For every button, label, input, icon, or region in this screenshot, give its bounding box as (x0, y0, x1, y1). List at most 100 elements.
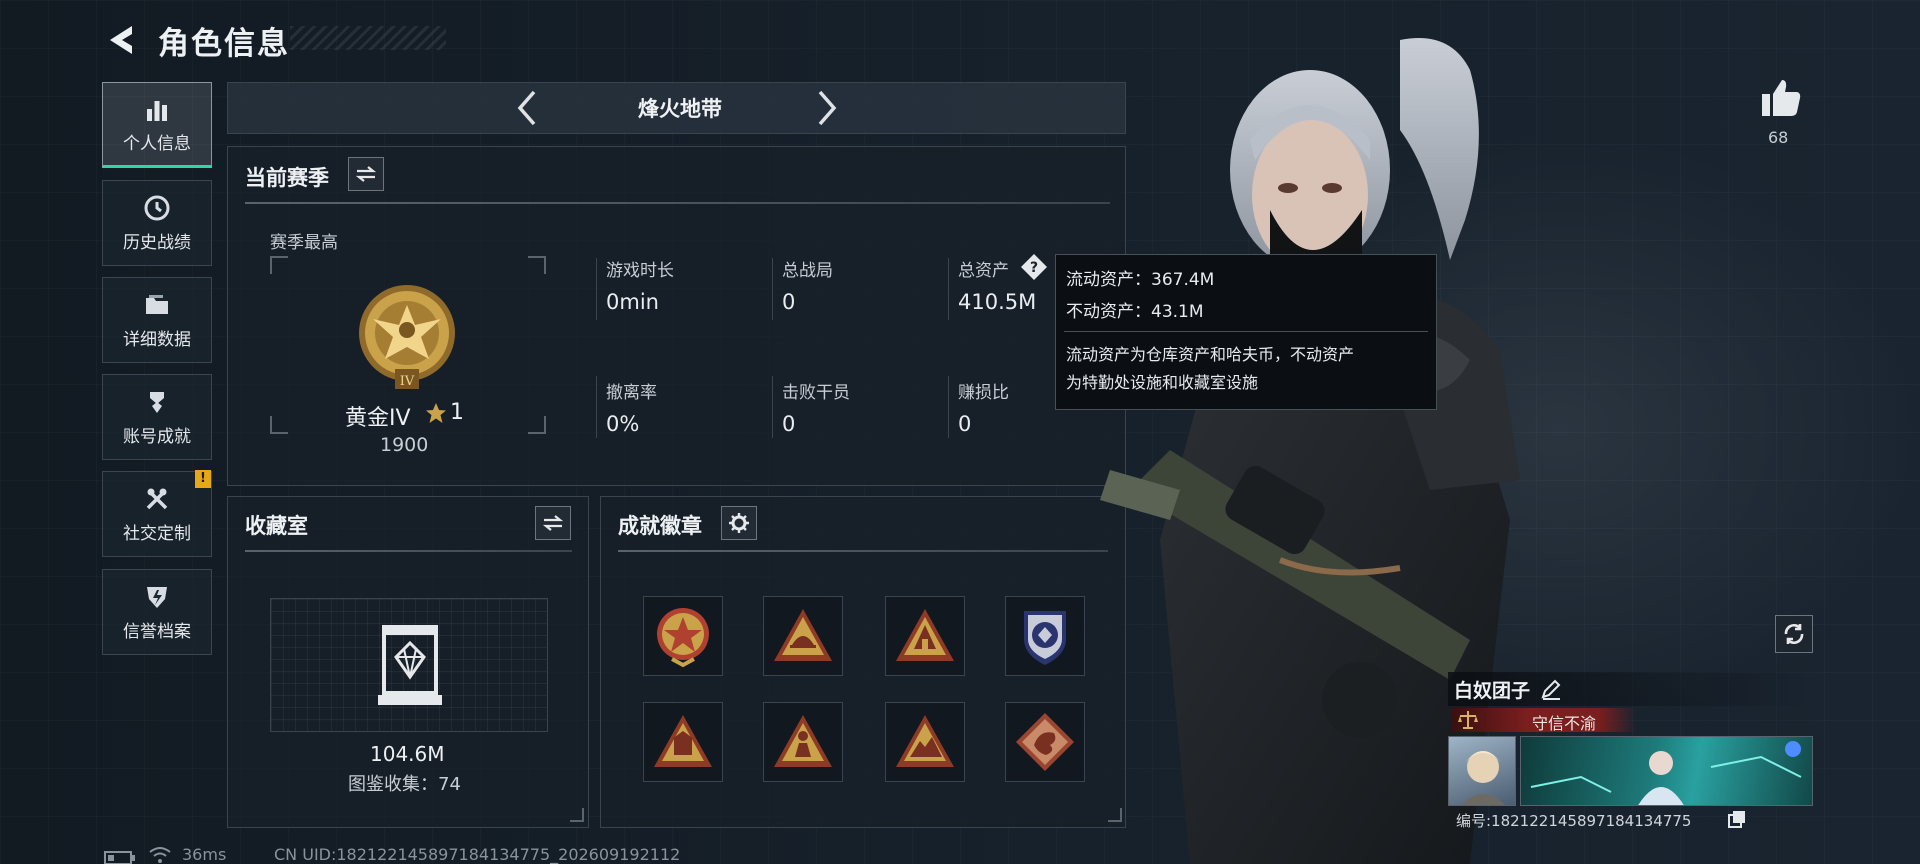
stat-label: 总战局 (782, 261, 833, 281)
tooltip-fixed-assets: 不动资产：43.1M (1066, 302, 1204, 322)
stat-label: 总资产 (958, 261, 1009, 281)
mode-label: 烽火地带 (638, 97, 722, 121)
stat-label: 撤离率 (606, 383, 657, 403)
sidebar-item-detailed-data[interactable]: 详细数据 (102, 277, 212, 363)
sidebar-item-label: 账号成就 (123, 426, 191, 447)
player-banner[interactable] (1520, 736, 1813, 806)
title-emblem (1456, 708, 1480, 736)
collection-count: 图鉴收集：74 (348, 774, 461, 795)
frame-corner (528, 256, 546, 274)
like-button[interactable] (1760, 78, 1802, 122)
sidebar-item-label: 详细数据 (123, 329, 191, 350)
stat-value: 0 (782, 412, 796, 436)
avatar[interactable] (1448, 736, 1516, 806)
avatar-portrait-icon (1461, 751, 1505, 805)
gold-eagle-rank-icon: IV (359, 285, 455, 389)
stat-value: 0 (958, 412, 972, 436)
sidebar-item-label: 社交定制 (123, 523, 191, 544)
wifi-indicator (148, 846, 172, 864)
frame-corner (570, 808, 584, 822)
stat-label: 击败干员 (782, 383, 850, 403)
divider (948, 258, 949, 320)
blue-emblem-badge-icon (1024, 611, 1066, 665)
rotate-view-button[interactable] (1775, 615, 1813, 653)
badge-slot[interactable] (885, 702, 965, 782)
rank-star (425, 402, 447, 428)
mode-prev-button[interactable] (512, 88, 542, 128)
player-profile-card: 白奴团子 守信不渝 编号:182122145897184134775 (1448, 672, 1813, 830)
tooltip-description: 为特勤处设施和收藏室设施 (1066, 373, 1259, 392)
divider (1064, 331, 1428, 332)
wifi-icon (149, 847, 171, 863)
star-icon (426, 403, 446, 423)
divider (772, 376, 773, 438)
thumbs-up-icon (1762, 80, 1801, 116)
rank-stars: 1 (450, 400, 464, 425)
badge-slot[interactable] (763, 596, 843, 676)
badge-slot[interactable] (763, 702, 843, 782)
divider (245, 202, 1110, 204)
sidebar-item-credit[interactable]: 信誉档案 (102, 569, 212, 655)
badge-slot[interactable] (643, 702, 723, 782)
sidebar-item-history[interactable]: 历史战绩 (102, 180, 212, 266)
season-best-label: 赛季最高 (270, 233, 338, 253)
player-id: 编号:182122145897184134775 (1456, 812, 1692, 830)
collection-switch-button[interactable] (535, 506, 571, 540)
refresh-icon (1784, 623, 1804, 645)
tools-icon (146, 488, 168, 509)
alert-badge: ! (195, 470, 211, 488)
question-diamond-icon: ? (1021, 254, 1047, 280)
triangle-warehouse-badge-icon (654, 715, 712, 767)
stat-value: 0% (606, 412, 640, 436)
folder-icon (146, 294, 168, 314)
divider (948, 376, 949, 438)
copy-icon (1728, 811, 1745, 828)
frame-corner (270, 416, 288, 434)
divider (245, 550, 572, 552)
swap-icon (542, 515, 564, 531)
bar-chart-icon (147, 100, 167, 121)
frame-corner (528, 416, 546, 434)
copy-id-button[interactable] (1728, 810, 1746, 832)
divider (596, 258, 597, 320)
display-case-icon (378, 625, 442, 705)
red-star-medal-icon (657, 608, 709, 668)
collection-preview[interactable] (270, 598, 548, 732)
back-arrow-icon (110, 26, 132, 54)
triangle-helmet-badge-icon (774, 609, 832, 661)
back-button[interactable] (102, 22, 142, 58)
frame-corner (270, 256, 288, 274)
trophy-icon (150, 391, 164, 413)
edit-name-button[interactable] (1540, 678, 1562, 704)
sidebar-item-personal-info[interactable]: 个人信息 (102, 82, 212, 168)
asset-help-button[interactable]: ? (1020, 253, 1048, 285)
rank-score: 1900 (380, 434, 429, 456)
divider (596, 376, 597, 438)
uid-text: CN UID:182122145897184134775_20260919211… (274, 845, 681, 864)
tooltip-description: 流动资产为仓库资产和哈夫币，不动资产 (1066, 345, 1355, 364)
triangle-mountain-badge-icon (896, 715, 954, 767)
season-switch-button[interactable] (348, 157, 384, 191)
mode-next-button[interactable] (812, 88, 842, 128)
badge-slot[interactable] (643, 596, 723, 676)
divider (772, 258, 773, 320)
stat-value: 410.5M (958, 290, 1037, 314)
sidebar-item-label: 历史战绩 (123, 232, 191, 253)
shield-icon (147, 586, 167, 608)
sidebar-item-achievements[interactable]: 账号成就 (102, 374, 212, 460)
banner-art-icon (1530, 741, 1802, 805)
badges-settings-button[interactable] (721, 506, 757, 540)
badge-slot[interactable] (885, 596, 965, 676)
sidebar-item-label: 个人信息 (123, 133, 191, 154)
battery-indicator (104, 850, 136, 864)
stat-value: 0 (782, 290, 796, 314)
player-name: 白奴团子 (1454, 680, 1531, 702)
battery-icon (104, 851, 135, 864)
stat-label: 游戏时长 (606, 261, 674, 281)
pencil-icon (1541, 679, 1561, 700)
stat-label: 赚损比 (958, 383, 1009, 403)
asset-tooltip: 流动资产：367.4M 不动资产：43.1M 流动资产为仓库资产和哈夫币，不动资… (1055, 254, 1437, 410)
tooltip-liquid-assets: 流动资产：367.4M (1066, 270, 1215, 290)
gear-icon (729, 513, 749, 533)
collection-value: 104.6M (370, 742, 445, 766)
